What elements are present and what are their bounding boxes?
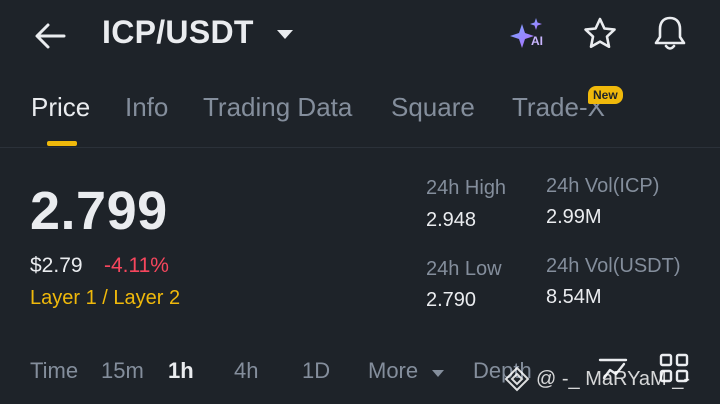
star-icon xyxy=(584,17,616,48)
volume-quote-label: 24h Vol(USDT) xyxy=(546,255,681,277)
volume-base-label: 24h Vol(ICP) xyxy=(546,175,660,197)
volume-quote-value: 8.54M xyxy=(546,286,602,308)
timeframe-more-button[interactable]: More xyxy=(368,358,418,384)
alerts-button[interactable] xyxy=(649,12,691,54)
favorite-button[interactable] xyxy=(580,14,620,54)
active-tab-indicator xyxy=(47,141,77,146)
bell-icon xyxy=(654,16,686,50)
tab-price[interactable]: Price xyxy=(31,92,90,123)
usd-price: $2.79 xyxy=(30,254,83,277)
ai-assistant-button[interactable]: AI xyxy=(508,14,554,54)
caret-down-icon[interactable] xyxy=(431,366,445,377)
tab-trading-data[interactable]: Trading Data xyxy=(203,92,352,123)
header-divider xyxy=(0,147,720,148)
binance-logo-icon xyxy=(504,366,530,392)
price-change-percent: -4.11% xyxy=(104,254,169,277)
low-24h-value: 2.790 xyxy=(426,289,477,311)
caret-down-icon[interactable] xyxy=(274,24,296,44)
ai-label: AI xyxy=(531,34,543,48)
tab-info[interactable]: Info xyxy=(125,92,168,123)
timeframe-1h[interactable]: 1h xyxy=(168,358,194,384)
high-24h-value: 2.948 xyxy=(426,209,477,231)
tab-square[interactable]: Square xyxy=(391,92,475,123)
timeframe-15m[interactable]: 15m xyxy=(101,358,144,384)
category-link[interactable]: Layer 1 / Layer 2 xyxy=(30,287,180,310)
arrow-left-icon xyxy=(35,23,66,49)
last-price: 2.799 xyxy=(30,181,168,241)
timeframe-1d[interactable]: 1D xyxy=(302,358,330,384)
low-24h-label: 24h Low xyxy=(426,258,502,280)
back-button[interactable] xyxy=(30,16,70,56)
high-24h-label: 24h High xyxy=(426,177,507,199)
timeframe-time[interactable]: Time xyxy=(30,358,78,384)
new-badge: New xyxy=(588,86,623,104)
watermark-text: @ -_ MaRYaM _- xyxy=(536,367,691,390)
volume-base-value: 2.99M xyxy=(546,206,602,228)
timeframe-4h[interactable]: 4h xyxy=(234,358,258,384)
watermark: @ -_ MaRYaM _- xyxy=(504,366,690,392)
pair-title[interactable]: ICP/USDT xyxy=(102,14,254,51)
